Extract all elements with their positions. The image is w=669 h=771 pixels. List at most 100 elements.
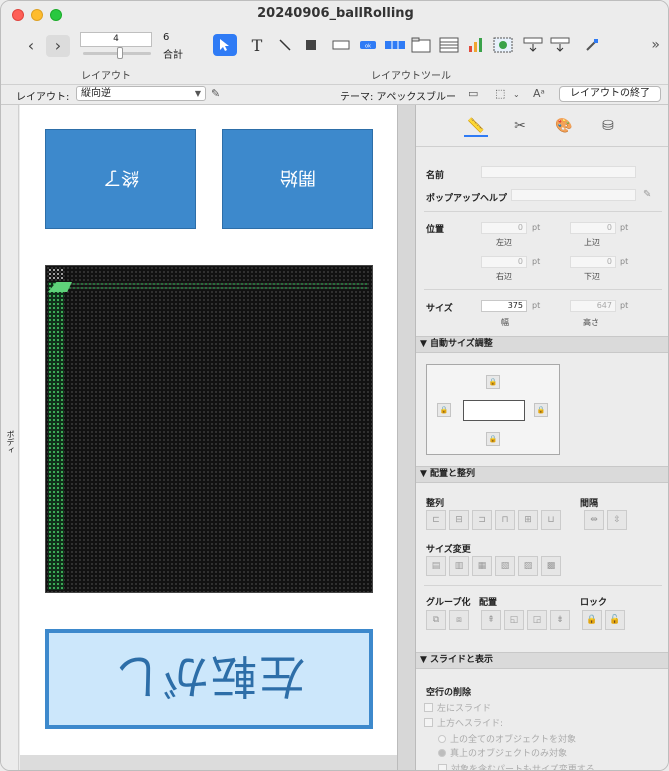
portal-tool[interactable] — [437, 34, 461, 56]
align-bottom-button[interactable]: ⊔ — [541, 510, 561, 530]
resize-smallest-width-button[interactable]: ▤ — [426, 556, 446, 576]
bottom-field[interactable]: 0 — [570, 256, 616, 268]
height-field[interactable]: 647 — [570, 300, 616, 312]
resize-smallest-both-button[interactable]: ▨ — [518, 556, 538, 576]
separator — [424, 211, 662, 212]
resize-largest-width-button[interactable]: ▥ — [449, 556, 469, 576]
send-to-back-button[interactable]: ⇟ — [550, 610, 570, 630]
group-button[interactable]: ⧉ — [426, 610, 446, 630]
distribute-horizontal-button[interactable]: ⇹ — [584, 510, 604, 530]
width-field[interactable]: 375 — [481, 300, 527, 312]
lock-button[interactable]: 🔒 — [582, 610, 602, 630]
anchor-bottom-toggle[interactable]: 🔒 — [486, 432, 500, 446]
slide-section-header[interactable]: ▼ スライドと表示 — [416, 652, 668, 669]
text-tool[interactable]: T — [245, 34, 269, 56]
end-button[interactable]: 終了 — [45, 129, 196, 229]
pointer-tool[interactable] — [213, 34, 237, 56]
align-center-button[interactable]: ⊟ — [449, 510, 469, 530]
arrange-section-header[interactable]: ▼ 配置と整列 — [416, 466, 668, 483]
top-unit: pt — [620, 223, 629, 232]
left-field[interactable]: 0 — [481, 222, 527, 234]
grid-icon: ⬚ — [495, 87, 506, 100]
web-viewer-tool[interactable] — [491, 34, 515, 56]
window-title: 20240906_ballRolling — [257, 6, 414, 21]
send-backward-button[interactable]: ◲ — [527, 610, 547, 630]
top-caption: 上辺 — [584, 238, 600, 247]
text-format-button[interactable]: Aᵃ — [533, 87, 545, 100]
resize-buttons: ▤ ▥ ▦ ▧ ▨ ▩ — [426, 556, 561, 576]
popup-help-edit-button[interactable]: ✎ — [643, 189, 651, 200]
format-painter-tool[interactable] — [580, 34, 604, 56]
tab-appearance[interactable]: 🎨 — [552, 115, 576, 137]
anchor-left-toggle[interactable]: 🔒 — [437, 403, 451, 417]
insert-part-tool[interactable] — [548, 34, 572, 56]
layout-slider-thumb[interactable] — [117, 47, 123, 59]
resize-smallest-height-button[interactable]: ▦ — [472, 556, 492, 576]
slide-up-checkbox[interactable]: 上方へスライド: — [424, 716, 503, 729]
part-ruler: ボディ — [1, 105, 19, 770]
align-middle-button[interactable]: ⊞ — [518, 510, 538, 530]
bring-forward-button[interactable]: ◱ — [504, 610, 524, 630]
edit-layout-button[interactable]: ✎ — [211, 87, 220, 100]
top-field[interactable]: 0 — [570, 222, 616, 234]
resize-label: サイズ変更 — [426, 545, 471, 555]
slide-left-checkbox[interactable]: 左にスライド — [424, 701, 491, 714]
position-label: 位置 — [426, 225, 445, 235]
left-caption: 左辺 — [496, 238, 512, 247]
device-size-button[interactable]: ▭ — [468, 87, 478, 100]
grid-options-dropdown[interactable]: ⌄ — [513, 87, 520, 100]
resize-largest-height-button[interactable]: ▧ — [495, 556, 515, 576]
tab-control-icon — [411, 37, 431, 53]
resize-part-checkbox[interactable]: 対象を含むパートもサイズ変更する — [438, 762, 595, 770]
align-right-button[interactable]: ⊐ — [472, 510, 492, 530]
popup-help-label: ポップアップヘルプ — [426, 194, 508, 204]
lock-buttons: 🔒 🔓 — [582, 610, 625, 630]
checkbox-box — [438, 764, 447, 770]
radio-directly-above[interactable]: 真上のオブジェクトのみ対象 — [438, 746, 567, 759]
right-field[interactable]: 0 — [481, 256, 527, 268]
anchor-right-toggle[interactable]: 🔒 — [534, 403, 548, 417]
font-size-icon: Aᵃ — [533, 87, 545, 100]
start-button[interactable]: 開始 — [222, 129, 373, 229]
anchor-top-toggle[interactable]: 🔒 — [486, 375, 500, 389]
popup-help-field[interactable] — [511, 189, 636, 201]
grid-options-button[interactable]: ⬚ — [495, 87, 505, 100]
autosize-section-header[interactable]: ▼ 自動サイズ調整 — [416, 336, 668, 353]
lock-icon: 🔒 — [488, 435, 498, 443]
exit-layout-button[interactable]: レイアウトの終了 — [559, 86, 661, 102]
insert-field-tool[interactable] — [521, 34, 545, 56]
next-layout-button[interactable]: › — [46, 35, 70, 57]
tab-position[interactable]: 📏 — [464, 115, 488, 137]
lock-icon: 🔒 — [536, 406, 546, 414]
app-window: 20240906_ballRolling ‹ › 4 6 合計 レイアウト T … — [0, 0, 669, 771]
button-bar-tool[interactable] — [383, 34, 407, 56]
button-tool[interactable]: ok — [356, 34, 380, 56]
align-left-button[interactable]: ⊏ — [426, 510, 446, 530]
distribute-vertical-button[interactable]: ⇳ — [607, 510, 627, 530]
toolbar-overflow-button[interactable]: » — [651, 37, 660, 53]
align-top-button[interactable]: ⊓ — [495, 510, 515, 530]
ungroup-button[interactable]: ⧈ — [449, 610, 469, 630]
layout-select-value: 縦向逆 — [81, 88, 111, 99]
tab-styles[interactable]: ✂ — [508, 115, 532, 137]
tab-control-tool[interactable] — [409, 34, 433, 56]
unlock-button[interactable]: 🔓 — [605, 610, 625, 630]
previous-layout-button[interactable]: ‹ — [19, 35, 43, 57]
ball-board[interactable] — [45, 265, 373, 593]
chevron-down-icon: ▼ — [194, 89, 201, 98]
radio-all-above[interactable]: 上の全てのオブジェクトを対象 — [438, 732, 576, 745]
layout-select[interactable]: 縦向逆 ▼ — [76, 86, 206, 101]
resize-largest-both-button[interactable]: ▩ — [541, 556, 561, 576]
field-tool[interactable] — [329, 34, 353, 56]
right-caption: 右辺 — [496, 272, 512, 281]
rotate-button[interactable]: 左転がし — [45, 629, 373, 729]
name-field[interactable] — [481, 166, 636, 178]
shape-tool[interactable] — [299, 34, 323, 56]
layout-canvas[interactable]: 終了 開始 左転がし — [20, 105, 397, 755]
body-part-label[interactable]: ボディ — [5, 430, 16, 454]
tab-data[interactable]: ⛁ — [596, 115, 620, 137]
line-tool[interactable] — [273, 34, 297, 56]
bring-to-front-button[interactable]: ⇞ — [481, 610, 501, 630]
layout-number-field[interactable]: 4 — [80, 32, 152, 47]
chart-tool[interactable] — [464, 34, 488, 56]
